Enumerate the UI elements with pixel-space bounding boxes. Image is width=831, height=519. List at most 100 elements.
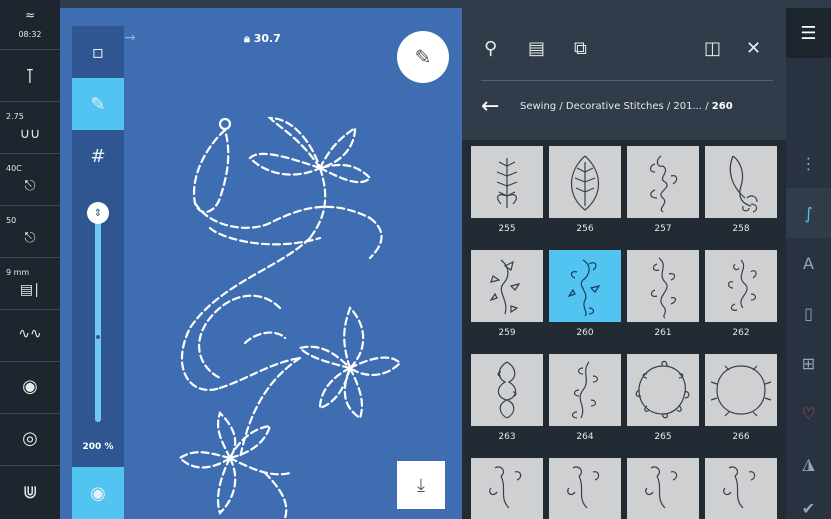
needle-status[interactable]: ⊺ xyxy=(0,50,60,102)
stitch-width-icon: ∪∪ xyxy=(19,126,41,142)
bobbin-icon: ◉ xyxy=(22,376,38,397)
stitch-tile-partial[interactable] xyxy=(471,458,543,519)
grid-button[interactable]: # xyxy=(72,130,124,182)
stitch-number: 255 xyxy=(498,224,516,234)
wifi-status[interactable]: ≈ 08:32 xyxy=(0,0,60,50)
presser-value: 50 xyxy=(6,216,17,225)
stitch-number: 264 xyxy=(576,432,594,442)
wifi-icon: ≈ xyxy=(24,8,36,22)
heart-icon: ♡ xyxy=(801,403,816,423)
stitch-number: 257 xyxy=(654,224,672,234)
app-root: ≈ 08:32 ⊺ 2.75 ∪∪ 40C ⎋ 50 ⎋ 9 mm ▤∣ ∿∿ … xyxy=(0,0,831,519)
stitch-number: 262 xyxy=(732,328,750,338)
close-icon[interactable]: ✕ xyxy=(746,38,761,59)
grid-icon: # xyxy=(90,145,106,167)
edit-button[interactable]: ✎ xyxy=(397,31,449,83)
stitch-width-value: 2.75 xyxy=(6,112,24,121)
alphabet-icon: A xyxy=(803,253,814,273)
stitch-tile-partial[interactable] xyxy=(549,458,621,519)
stitch-number: 260 xyxy=(576,328,594,338)
tutorial-icon: ✔ xyxy=(801,498,816,518)
category-alphabets[interactable]: A xyxy=(786,238,831,288)
panel-toolbar: ⚲ ▤ ⧉ ◫ ✕ xyxy=(462,8,786,88)
stitch-motif-icon xyxy=(497,361,517,419)
divider xyxy=(481,80,773,81)
lock-value-text: 30.7 xyxy=(253,32,281,45)
category-utility[interactable]: ⋮ xyxy=(786,138,831,188)
stitch-tile-partial[interactable] xyxy=(627,458,699,519)
search-icon[interactable]: ⚲ xyxy=(484,38,497,59)
zoom-slider-knob[interactable]: ⇕ xyxy=(87,202,109,224)
breadcrumb[interactable]: Sewing / Decorative Stitches / 201... / … xyxy=(520,101,733,112)
stitch-tile-255[interactable] xyxy=(471,146,543,218)
preview-window-icon[interactable]: ▤ xyxy=(528,38,545,59)
stitch-motif-icon xyxy=(489,466,522,509)
threading-status[interactable]: ⋓ xyxy=(0,466,60,519)
breadcrumb-path: Sewing / Decorative Stitches / 201... / xyxy=(520,101,712,112)
utility-stitch-icon: ⋮ xyxy=(800,153,817,173)
stitch-tile-264[interactable] xyxy=(549,354,621,426)
edit-pattern-icon: ✎ xyxy=(90,93,106,115)
stitch-motif-icon xyxy=(727,259,757,311)
stitch-motif-icon xyxy=(635,360,690,419)
bobbin-status[interactable]: ◉ xyxy=(0,362,60,414)
stitch-number: 263 xyxy=(498,432,516,442)
stitch-tile-266[interactable] xyxy=(705,354,777,426)
needle-size-status[interactable]: 9 mm ▤∣ xyxy=(0,258,60,310)
stitch-width-status[interactable]: 2.75 ∪∪ xyxy=(0,102,60,154)
edit-mode-button[interactable]: ✎ xyxy=(72,78,124,130)
category-buttonholes[interactable]: ▯ xyxy=(786,288,831,338)
feed-dog-status[interactable]: ∿∿ xyxy=(0,310,60,362)
breadcrumb-current: 260 xyxy=(711,101,733,112)
tension-status[interactable]: 40C ⎋ xyxy=(0,154,60,206)
zoom-slider-track[interactable] xyxy=(95,216,101,422)
lock-value: 🔒︎ 30.7 xyxy=(244,32,281,46)
stitch-tile-partial[interactable] xyxy=(705,458,777,519)
stitch-library-panel: ⚲ ▤ ⧉ ◫ ✕ ← Sewing / Decorative Stitches… xyxy=(462,8,786,519)
preview-button[interactable]: ◉ xyxy=(72,467,124,519)
stitch-motif-icon xyxy=(723,466,756,509)
stitch-tile-257[interactable] xyxy=(627,146,699,218)
move-button[interactable]: ▫ xyxy=(72,26,124,78)
quilt-icon: ⊞ xyxy=(801,353,816,373)
back-arrow-icon[interactable]: ← xyxy=(481,94,499,119)
main-menu-button[interactable]: ☰ xyxy=(786,8,831,58)
stitch-number: 261 xyxy=(654,328,672,338)
stitch-tile-258[interactable] xyxy=(705,146,777,218)
stitch-number: 265 xyxy=(654,432,672,442)
stitch-motif-icon xyxy=(710,365,772,417)
decorative-stitch-icon: ∫ xyxy=(804,203,813,223)
stitch-number: 256 xyxy=(576,224,594,234)
needle-icon: ⊺ xyxy=(24,64,36,88)
stitch-number: 266 xyxy=(732,432,750,442)
presser-foot-icon: ⎋ xyxy=(24,230,36,246)
pencil-icon: ✎ xyxy=(414,45,432,69)
copy-icon[interactable]: ⧉ xyxy=(574,38,587,59)
presser-status[interactable]: 50 ⎋ xyxy=(0,206,60,258)
download-button[interactable]: ⤓ xyxy=(397,461,445,509)
stitch-tile-259[interactable] xyxy=(471,250,543,322)
category-memory[interactable]: ◮ xyxy=(786,438,831,488)
minimize-window-icon[interactable]: ◫ xyxy=(704,38,721,59)
zoom-slider-fill xyxy=(95,216,101,422)
stitch-tile-265[interactable] xyxy=(627,354,699,426)
arrow-right-icon: → xyxy=(124,30,136,46)
time-display: 08:32 xyxy=(18,30,42,39)
tension-icon: ⎋ xyxy=(24,178,36,194)
needle-size-value: 9 mm xyxy=(6,268,30,277)
memory-icon: ◮ xyxy=(802,453,815,473)
stitch-tile-260[interactable] xyxy=(549,250,621,322)
category-favorites[interactable]: ♡ xyxy=(786,388,831,438)
canvas-toolbar: ▫ ✎ # ⇕ 200 % ◉ xyxy=(72,26,124,519)
camera-icon: ◎ xyxy=(22,428,38,449)
threader-icon: ⋓ xyxy=(22,482,38,503)
stitch-tile-263[interactable] xyxy=(471,354,543,426)
stitch-tile-261[interactable] xyxy=(627,250,699,322)
camera-status[interactable]: ◎ xyxy=(0,414,60,466)
stitch-tile-256[interactable] xyxy=(549,146,621,218)
category-tutorial[interactable]: ✔ xyxy=(786,483,831,519)
category-quilt[interactable]: ⊞ xyxy=(786,338,831,388)
category-decorative[interactable]: ∫ xyxy=(786,188,831,238)
stitch-tile-262[interactable] xyxy=(705,250,777,322)
stitch-canvas[interactable]: ▫ ✎ # ⇕ 200 % ◉ → 🔒︎ 30.7 ✎ ⤓ xyxy=(60,8,462,519)
